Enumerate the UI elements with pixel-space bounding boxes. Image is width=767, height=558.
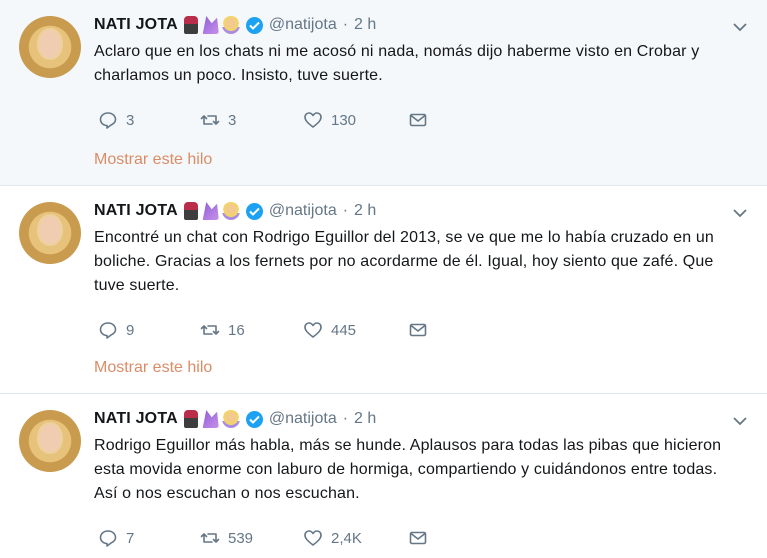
tweet[interactable]: NATI JOTA @natijota · 2 h Aclaro que en … [0, 0, 767, 186]
like-button[interactable]: 445 [303, 320, 356, 340]
retweet-count: 3 [228, 111, 237, 129]
reply-count: 9 [126, 321, 135, 339]
avatar[interactable] [19, 410, 81, 472]
separator-dot: · [342, 16, 349, 33]
retweet-icon [200, 325, 220, 335]
name-emojis [183, 410, 240, 428]
envelope-icon [409, 323, 427, 337]
heart-icon [304, 112, 322, 128]
show-thread-link[interactable]: Mostrar este hilo [94, 151, 212, 169]
timestamp[interactable]: 2 h [354, 410, 376, 428]
tweet-header: NATI JOTA @natijota · 2 h [94, 14, 376, 36]
like-count: 445 [331, 321, 357, 339]
tweet-header: NATI JOTA @natijota · 2 h [94, 408, 376, 430]
reply-button[interactable]: 9 [98, 320, 134, 340]
bottle-emoji-icon [183, 16, 198, 34]
avatar[interactable] [19, 16, 81, 78]
like-count: 2,4K [331, 529, 362, 547]
direct-message-button[interactable] [408, 320, 428, 340]
tweet-text: Encontré un chat con Rodrigo Eguillor de… [94, 229, 714, 294]
timestamp[interactable]: 2 h [354, 16, 376, 34]
display-name[interactable]: NATI JOTA [94, 202, 178, 220]
avatar[interactable] [19, 202, 81, 264]
like-button[interactable]: 130 [303, 110, 356, 130]
chevron-down-icon[interactable] [733, 416, 747, 426]
reply-button[interactable]: 7 [98, 528, 134, 548]
separator-dot: · [342, 410, 349, 427]
verified-badge-icon [245, 202, 263, 220]
retweet-icon [200, 115, 220, 125]
name-emojis [183, 16, 240, 34]
display-name[interactable]: NATI JOTA [94, 16, 178, 34]
display-name[interactable]: NATI JOTA [94, 410, 178, 428]
reply-count: 3 [126, 111, 135, 129]
separator-dot: · [342, 202, 349, 219]
direct-message-button[interactable] [408, 110, 428, 130]
heart-icon [304, 322, 322, 338]
retweet-button[interactable]: 3 [200, 110, 236, 130]
verified-badge-icon [245, 410, 263, 428]
retweet-icon [200, 533, 220, 543]
reply-count: 7 [126, 529, 135, 547]
tweet-header: NATI JOTA @natijota · 2 h [94, 200, 376, 222]
like-count: 130 [331, 111, 357, 129]
woman-shrugging-emoji-icon [221, 16, 240, 34]
unicorn-emoji-icon [202, 410, 219, 428]
tweet-text: Rodrigo Eguillor más habla, más se hunde… [94, 437, 722, 502]
bottle-emoji-icon [183, 202, 198, 220]
name-emojis [183, 202, 240, 220]
tweet[interactable]: NATI JOTA @natijota · 2 h Encontré un ch… [0, 186, 767, 394]
direct-message-button[interactable] [408, 528, 428, 548]
show-thread-link[interactable]: Mostrar este hilo [94, 359, 212, 377]
user-handle[interactable]: @natijota [269, 410, 337, 428]
envelope-icon [409, 113, 427, 127]
reply-icon [99, 322, 117, 339]
woman-shrugging-emoji-icon [221, 202, 240, 220]
like-button[interactable]: 2,4K [303, 528, 362, 548]
tweet[interactable]: NATI JOTA @natijota · 2 h Rodrigo Eguill… [0, 394, 767, 558]
heart-icon [304, 530, 322, 546]
retweet-button[interactable]: 539 [200, 528, 253, 548]
user-handle[interactable]: @natijota [269, 202, 337, 220]
unicorn-emoji-icon [202, 202, 219, 220]
envelope-icon [409, 531, 427, 545]
reply-icon [99, 530, 117, 547]
verified-badge-icon [245, 16, 263, 34]
woman-shrugging-emoji-icon [221, 410, 240, 428]
reply-icon [99, 112, 117, 129]
bottle-emoji-icon [183, 410, 198, 428]
unicorn-emoji-icon [202, 16, 219, 34]
retweet-count: 539 [228, 529, 254, 547]
retweet-count: 16 [228, 321, 245, 339]
chevron-down-icon[interactable] [733, 22, 747, 32]
reply-button[interactable]: 3 [98, 110, 134, 130]
tweet-text: Aclaro que en los chats ni me acosó ni n… [94, 43, 700, 84]
timeline: NATI JOTA @natijota · 2 h Aclaro que en … [0, 0, 767, 558]
retweet-button[interactable]: 16 [200, 320, 245, 340]
user-handle[interactable]: @natijota [269, 16, 337, 34]
timestamp[interactable]: 2 h [354, 202, 376, 220]
chevron-down-icon[interactable] [733, 208, 747, 218]
